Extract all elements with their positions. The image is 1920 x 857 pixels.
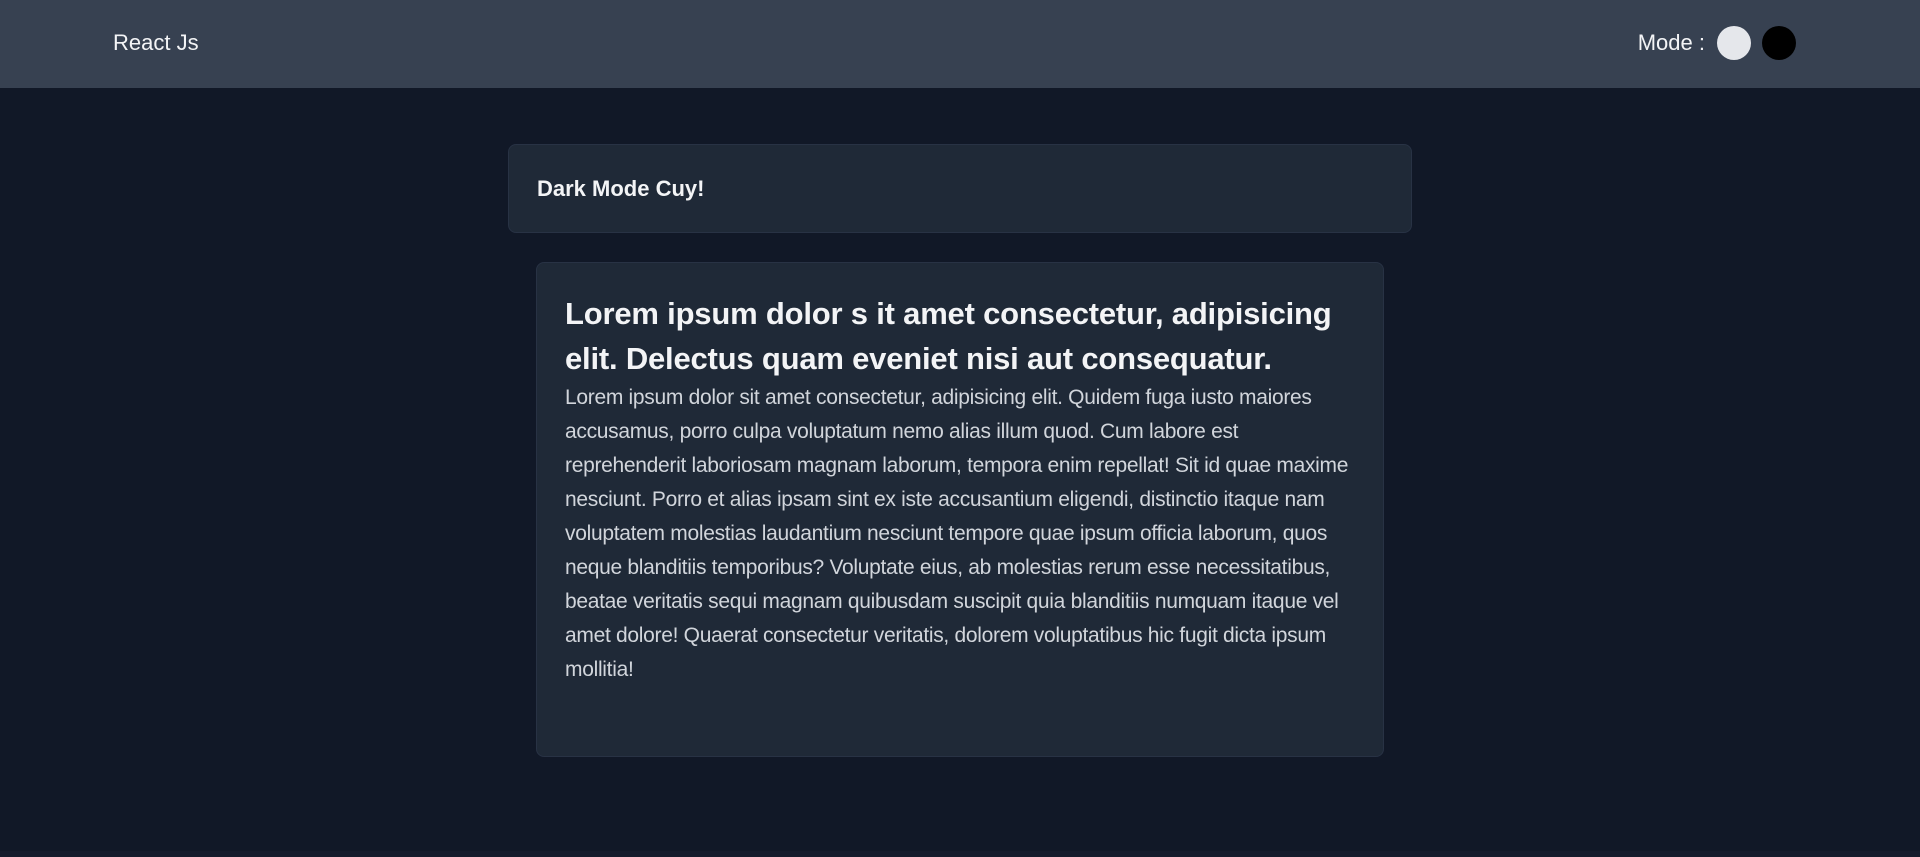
header-card: Dark Mode Cuy! [508, 144, 1412, 233]
header-card-title: Dark Mode Cuy! [537, 176, 705, 201]
article-card: Lorem ipsum dolor s it amet consectetur,… [536, 262, 1384, 757]
mode-label: Mode : [1637, 30, 1705, 55]
brand-name[interactable]: React Js [113, 29, 199, 57]
dark-mode-button[interactable] [1762, 26, 1796, 60]
light-mode-button[interactable] [1717, 26, 1751, 60]
navbar: React Js Mode : [0, 0, 1920, 88]
mode-switcher: Mode : [1638, 25, 1796, 61]
article-body: Lorem ipsum dolor sit amet consectetur, … [565, 386, 1349, 681]
bottom-divider [0, 851, 1920, 857]
article-title: Lorem ipsum dolor s it amet consectetur,… [565, 296, 1332, 376]
